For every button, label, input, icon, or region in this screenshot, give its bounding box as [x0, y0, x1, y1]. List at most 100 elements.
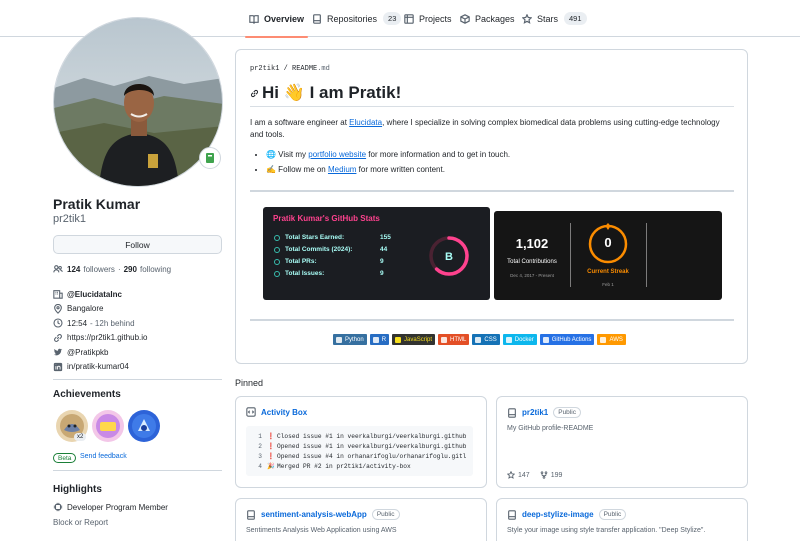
profile-login: pr2tik1: [53, 213, 87, 225]
follow-button[interactable]: Follow: [53, 235, 222, 254]
readme-path-user[interactable]: pr2tik1: [250, 65, 279, 73]
anchor-link-icon[interactable]: [250, 89, 259, 98]
badge-label: JavaScript: [404, 336, 433, 343]
location-icon: [54, 303, 62, 314]
code-line: 2 ❗ Opened issue #1 in veerkalburgi/veerka…: [246, 441, 473, 451]
stat-value: 9: [380, 270, 384, 277]
pinned-repo-link[interactable]: sentiment-analysis-webApp: [261, 510, 367, 519]
r-icon: [372, 336, 379, 343]
highlights-heading: Highlights: [53, 484, 102, 495]
stat-row-stars: Total Stars Earned: 155: [274, 234, 394, 241]
following-link[interactable]: 290 following: [124, 265, 172, 274]
stat-value: 9: [380, 258, 384, 265]
repo-description: My GitHub profile-README: [507, 425, 594, 432]
followers-link[interactable]: 124 followers: [67, 265, 115, 274]
star-icon: [274, 234, 280, 241]
detail-twitter[interactable]: @Pratikpkb: [53, 345, 148, 360]
issue-mark: ❗: [267, 433, 275, 440]
tab-stars[interactable]: Stars 491: [522, 0, 587, 37]
issue-mark: ❗: [267, 443, 275, 450]
fire-icon: [606, 223, 610, 230]
code-square-icon: [246, 407, 256, 417]
repo-icon: [247, 509, 255, 520]
project-icon: [404, 13, 414, 24]
current-streak-dates: Feb 1: [602, 282, 614, 287]
following-label: following: [139, 264, 172, 274]
github-actions-icon: [542, 336, 549, 343]
detail-website[interactable]: https://pr2tik1.github.io: [53, 331, 148, 346]
pinned-repo-link[interactable]: deep-stylize-image: [522, 510, 594, 519]
code-line: 1 ❗ Closed issue #1 in veerkalburgi/veerka…: [246, 431, 473, 441]
achievement-arctic-code-vault[interactable]: [127, 409, 161, 443]
badge-r: R: [369, 334, 390, 345]
readme-path-sep: /: [279, 65, 293, 73]
github-stats-card[interactable]: Pratik Kumar's GitHub Stats Total Stars …: [263, 207, 490, 300]
highlight-developer-program[interactable]: Developer Program Member: [53, 502, 168, 512]
tech-badges: Python R JavaScript HTML CSS Docker GitH…: [333, 334, 626, 345]
pinned-gist-link[interactable]: Activity Box: [261, 408, 307, 417]
intro-text: I am a software engineer at: [250, 118, 350, 127]
visibility-badge: Public: [371, 509, 400, 520]
pinned-title: pr2tik1 Public: [507, 407, 581, 418]
detail-location: Bangalore: [53, 302, 148, 317]
tab-projects[interactable]: Projects: [404, 0, 452, 37]
visibility-badge: Public: [553, 407, 581, 418]
readme-heading: Hi 👋 I am Pratik!: [250, 83, 401, 103]
avatar-photo: [54, 18, 222, 186]
grade-letter: B: [445, 251, 453, 263]
stat-row-prs: Total PRs: 9: [274, 258, 394, 265]
code-text: Merged PR #2 in pr2tik1/activity-box: [277, 462, 411, 470]
line-number: 1: [258, 432, 262, 440]
stat-row-commits: Total Commits (2024): 44: [274, 246, 394, 253]
stat-row-issues: Total Issues: 9: [274, 270, 394, 277]
python-icon: [336, 336, 342, 343]
repo-forks: 199: [550, 471, 563, 479]
horizontal-rule: [250, 190, 734, 192]
block-or-report-link[interactable]: Block or Report: [53, 518, 108, 527]
badge-label: HTML: [450, 336, 467, 343]
achievement-yolo[interactable]: [91, 409, 125, 443]
badge-docker: Docker: [502, 334, 537, 345]
repo-icon: [508, 509, 516, 520]
detail-linkedin[interactable]: in/pratik-kumar04: [53, 360, 148, 375]
stats-title: Pratik Kumar's GitHub Stats: [273, 214, 380, 223]
status-emoji[interactable]: [199, 147, 221, 169]
repo-stars-link[interactable]: 147: [507, 471, 530, 479]
arctic-vault-badge-icon: [128, 410, 160, 442]
stars-count: 491: [564, 12, 587, 25]
timezone-offset: - 12h behind: [90, 318, 135, 328]
tab-label: Stars: [537, 13, 559, 24]
tab-label: Projects: [419, 13, 452, 24]
badge-aws: AWS: [597, 334, 626, 345]
followers-label: followers: [83, 264, 115, 274]
divider: [570, 223, 571, 287]
tab-packages[interactable]: Packages: [460, 0, 515, 37]
send-feedback-link[interactable]: Send feedback: [80, 453, 127, 460]
elucidata-link[interactable]: Elucidata: [349, 118, 382, 127]
portfolio-link[interactable]: portfolio website: [308, 150, 366, 159]
organization-icon: [53, 290, 63, 299]
tab-label: Overview: [264, 13, 305, 24]
issue-icon: [274, 270, 280, 277]
yolo-badge-icon: [92, 410, 124, 442]
pinned-repo-link[interactable]: pr2tik1: [522, 408, 548, 417]
twitter-icon: [53, 348, 63, 356]
cpu-icon: [53, 502, 63, 512]
heading-rule: [250, 106, 734, 107]
detail-organization[interactable]: @ElucidataInc: [53, 287, 148, 302]
repo-forks-link[interactable]: 199: [540, 471, 563, 479]
total-contributions-label: Total Contributions: [507, 259, 557, 265]
tab-overview[interactable]: Overview: [244, 0, 309, 38]
pinned-title: deep-stylize-image Public: [507, 509, 627, 520]
line-number: 4: [258, 462, 262, 470]
avatar[interactable]: [53, 17, 223, 187]
github-streak-card[interactable]: 1,102 Total Contributions Dec 4, 2017 - …: [494, 211, 722, 300]
medium-link[interactable]: Medium: [328, 165, 356, 174]
badge-python: Python: [333, 334, 367, 345]
badge-css: CSS: [472, 334, 500, 345]
achievement-multiplier: x2: [74, 433, 87, 441]
stat-label: Total Stars Earned:: [285, 234, 345, 241]
badge-github-actions: GitHub Actions: [539, 334, 595, 345]
tab-repositories[interactable]: Repositories 23: [312, 0, 402, 37]
repo-icon: [508, 407, 516, 418]
